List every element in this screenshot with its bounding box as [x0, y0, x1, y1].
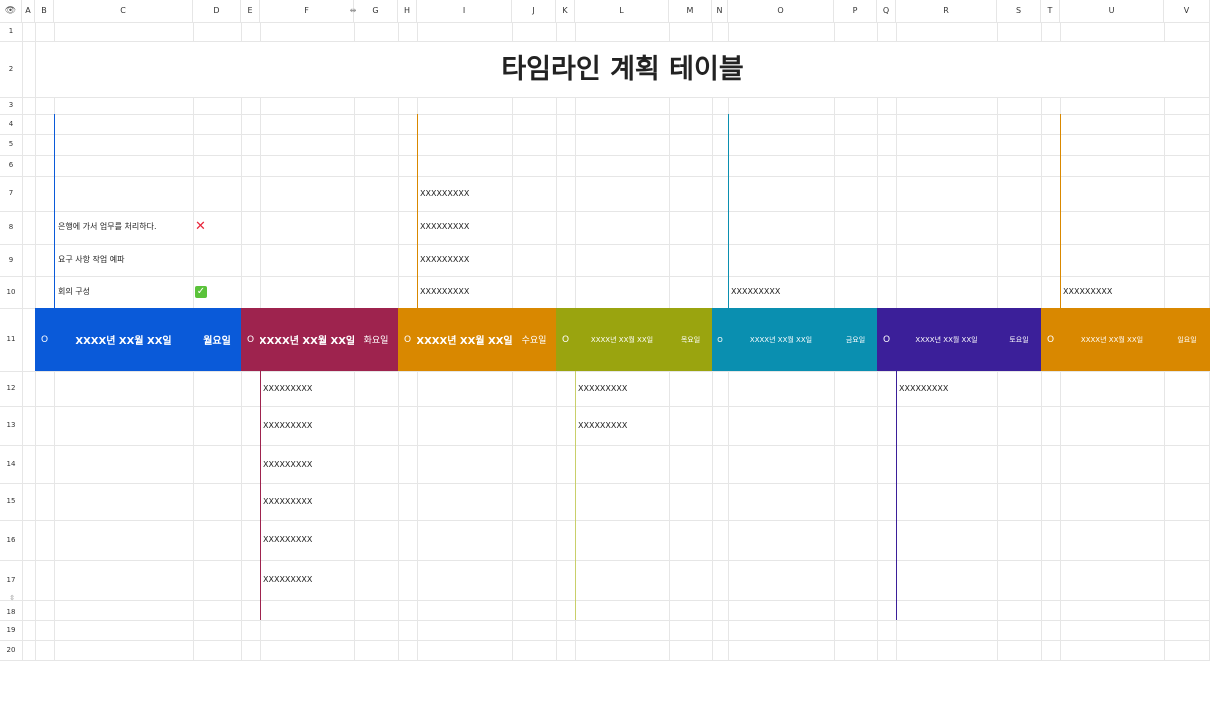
column-header-q[interactable]: Q [877, 0, 896, 22]
band-monday-day[interactable]: 월요일 [193, 308, 241, 371]
column-header-g[interactable]: G [354, 0, 398, 22]
timeline-line-saturday [896, 371, 897, 620]
row-resize-icon[interactable]: ⇳ [6, 594, 18, 603]
task-label-1: 은행에 가서 업무를 처리하다. [58, 222, 157, 231]
entry-thursday-2: XXXXXXXXX [578, 421, 628, 430]
select-all-corner[interactable]: 👁 [0, 0, 22, 22]
row-header-7[interactable]: 7 [0, 176, 22, 211]
entry-tuesday-6: XXXXXXXXX [263, 575, 313, 584]
column-header-a[interactable]: A [22, 0, 35, 22]
row-header-9[interactable]: 9 [0, 244, 22, 276]
timeline-line-tuesday [260, 371, 261, 620]
column-header-h[interactable]: H [398, 0, 417, 22]
entry-tuesday-3: XXXXXXXXX [263, 460, 313, 469]
entry-saturday-1: XXXXXXXXX [899, 384, 949, 393]
row-header-13[interactable]: 13 [0, 406, 22, 445]
row-header-15[interactable]: 15 [0, 483, 22, 520]
band-tuesday-date[interactable]: XXXX년 XX월 XX일 [260, 308, 354, 371]
task-label-3: 회의 구성 [58, 287, 90, 296]
row-header-4[interactable]: 4 [0, 114, 22, 134]
timeline-line-monday [54, 114, 55, 308]
entry-wednesday-4: XXXXXXXXX [420, 287, 470, 296]
band-thursday-marker[interactable]: O [556, 308, 575, 371]
band-wednesday-day[interactable]: 수요일 [512, 308, 556, 371]
timeline-line-thursday [575, 371, 576, 620]
row-header-10[interactable]: 10 [0, 276, 22, 308]
row-header-19[interactable]: 19 [0, 620, 22, 640]
band-saturday-day[interactable]: 토요일 [997, 308, 1041, 371]
band-saturday-marker[interactable]: O [877, 308, 896, 371]
band-tuesday-day[interactable]: 화요일 [354, 308, 398, 371]
row-header-20[interactable]: 20 [0, 640, 22, 660]
column-header-n[interactable]: N [712, 0, 728, 22]
band-thursday-date[interactable]: XXXX년 XX월 XX일 [575, 308, 669, 371]
band-sunday-marker[interactable]: O [1041, 308, 1060, 371]
band-monday-date[interactable]: XXXX년 XX월 XX일 [54, 308, 193, 371]
column-header-l[interactable]: L [575, 0, 669, 22]
band-saturday-date[interactable]: XXXX년 XX월 XX일 [896, 308, 997, 371]
column-header-r[interactable]: R [896, 0, 997, 22]
entry-sunday-1: XXXXXXXXX [1063, 287, 1113, 296]
entry-thursday-1: XXXXXXXXX [578, 384, 628, 393]
column-header-m[interactable]: M [669, 0, 712, 22]
entry-tuesday-1: XXXXXXXXX [263, 384, 313, 393]
timeline-line-wednesday [417, 114, 418, 308]
band-friday-day[interactable]: 금요일 [834, 308, 877, 371]
entry-friday-1: XXXXXXXXX [731, 287, 781, 296]
column-header-u[interactable]: U [1060, 0, 1164, 22]
row-header-16[interactable]: 16 [0, 520, 22, 560]
band-friday-marker[interactable]: O [712, 308, 728, 371]
row-header-8[interactable]: 8 [0, 211, 22, 244]
page-title: 타임라인 계획 테이블 [501, 54, 744, 85]
column-header-b[interactable]: B [35, 0, 54, 22]
row-header-1[interactable]: 1 [0, 22, 22, 41]
band-tuesday-marker[interactable]: O [241, 308, 260, 371]
column-header-e[interactable]: E [241, 0, 260, 22]
column-header-d[interactable]: D [193, 0, 241, 22]
column-header-s[interactable]: S [997, 0, 1041, 22]
entry-tuesday-4: XXXXXXXXX [263, 497, 313, 506]
band-monday-marker[interactable]: O [35, 308, 54, 371]
cross-mark-icon: ✕ [195, 219, 206, 234]
row-header-12[interactable]: 12 [0, 371, 22, 406]
column-resize-icon[interactable]: ⇹ [346, 5, 360, 17]
task-label-2: 요구 사항 작업 예파 [58, 255, 125, 264]
column-header-i[interactable]: I [417, 0, 512, 22]
timeline-line-sunday [1060, 114, 1061, 308]
band-sunday-day[interactable]: 일요일 [1164, 308, 1210, 371]
row-header-14[interactable]: 14 [0, 445, 22, 483]
column-header-p[interactable]: P [834, 0, 877, 22]
entry-wednesday-3: XXXXXXXXX [420, 255, 470, 264]
row-header-18[interactable]: 18 [0, 600, 22, 620]
column-header-j[interactable]: J [512, 0, 556, 22]
entry-tuesday-2: XXXXXXXXX [263, 421, 313, 430]
column-header-o[interactable]: O [728, 0, 834, 22]
row-header-5[interactable]: 5 [0, 134, 22, 155]
column-header-t[interactable]: T [1041, 0, 1060, 22]
row-header-2[interactable]: 2 [0, 41, 22, 97]
band-friday-date[interactable]: XXXX년 XX월 XX일 [728, 308, 834, 371]
band-sunday-date[interactable]: XXXX년 XX월 XX일 [1060, 308, 1164, 371]
check-mark-icon: ✓ [195, 286, 207, 298]
band-wednesday-marker[interactable]: O [398, 308, 417, 371]
column-header-k[interactable]: K [556, 0, 575, 22]
band-wednesday-date[interactable]: XXXX년 XX월 XX일 [417, 308, 512, 371]
row-header-11[interactable]: 11 [0, 308, 22, 371]
spreadsheet-grid[interactable]: 👁 A B C D E F G H I J K L M N O P Q R S … [0, 0, 1210, 662]
timeline-line-friday [728, 114, 729, 308]
entry-wednesday-1: XXXXXXXXX [420, 189, 470, 198]
title-cell[interactable]: 타임라인 계획 테이블 [36, 42, 1209, 97]
band-thursday-day[interactable]: 목요일 [669, 308, 712, 371]
entry-wednesday-2: XXXXXXXXX [420, 222, 470, 231]
entry-tuesday-5: XXXXXXXXX [263, 535, 313, 544]
column-header-c[interactable]: C [54, 0, 193, 22]
row-header-6[interactable]: 6 [0, 155, 22, 176]
row-header-3[interactable]: 3 [0, 97, 22, 114]
column-header-v[interactable]: V [1164, 0, 1210, 22]
column-header-f[interactable]: F [260, 0, 354, 22]
eye-icon[interactable]: 👁 [5, 6, 16, 16]
